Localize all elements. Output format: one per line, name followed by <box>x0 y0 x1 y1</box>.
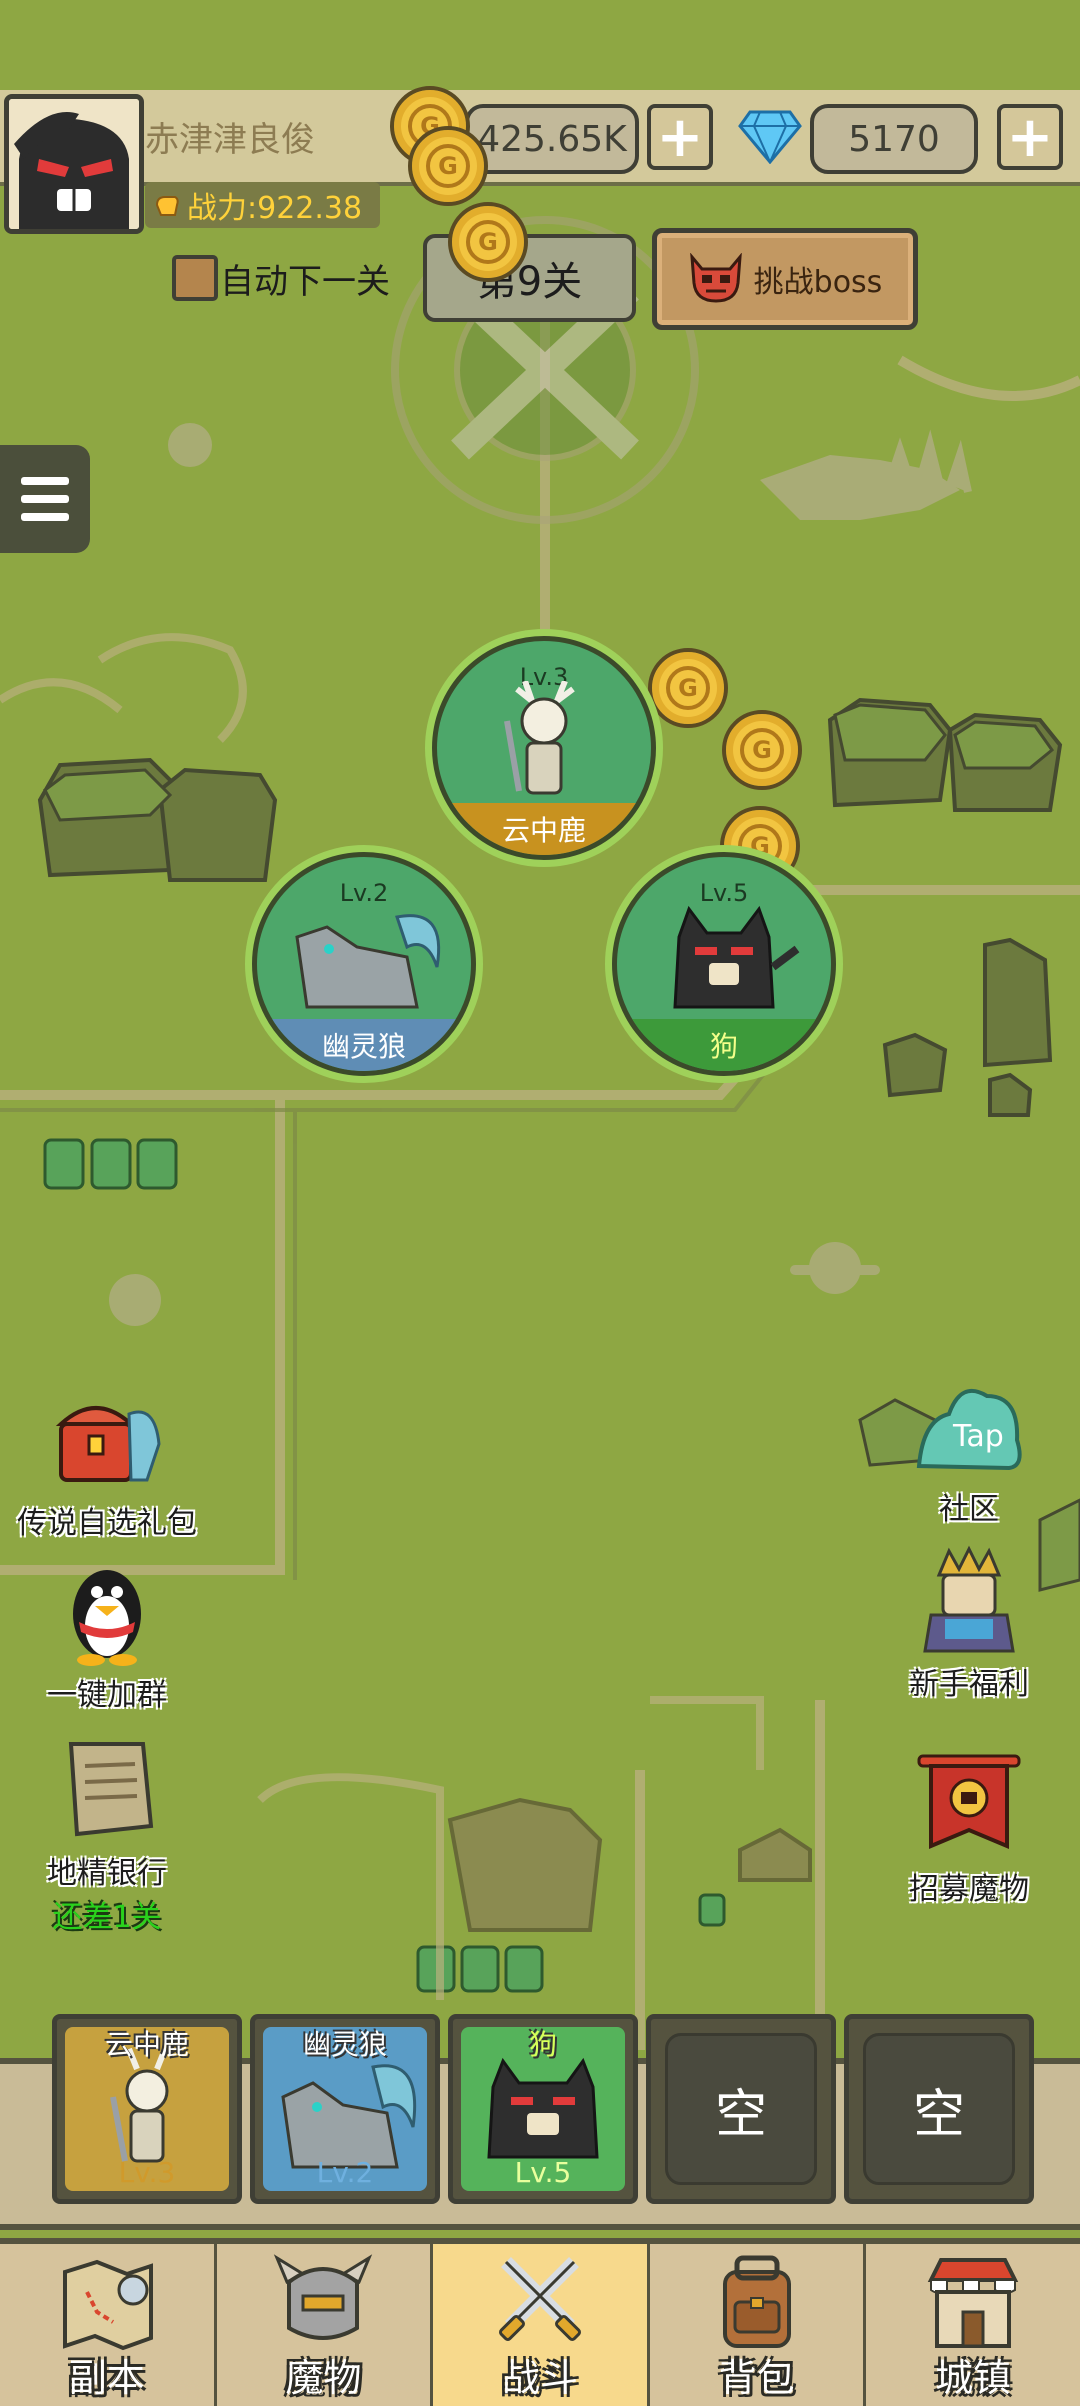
slot-unit-level: Lv.3 <box>118 2156 176 2189</box>
community-label: 社区 <box>939 1492 999 1527</box>
player-avatar-icon <box>9 99 139 229</box>
side-menu-button[interactable] <box>0 445 90 553</box>
gem-icon <box>738 110 802 164</box>
party-unit-name: 幽灵狼 <box>257 1019 471 1071</box>
tap-community-icon: Tap <box>916 1389 1022 1471</box>
join-group-label: 一键加群 <box>47 1678 167 1713</box>
deer-warrior-icon <box>504 681 575 795</box>
slot-unit-level: Lv.5 <box>514 2156 572 2189</box>
auto-next-checkbox[interactable] <box>172 255 218 301</box>
slot-unit-level: Lv.2 <box>316 2156 374 2189</box>
join-group-button[interactable]: 一键加群 <box>2 1556 212 1714</box>
menu-line-icon <box>21 513 69 521</box>
recruit-monster-button[interactable]: 招募魔物 <box>864 1750 1074 1908</box>
tab-dungeon[interactable]: 副本 <box>0 2244 217 2406</box>
challenge-boss-button[interactable]: 挑战boss <box>652 228 918 330</box>
knight-icon <box>923 1545 1015 1653</box>
add-gems-button[interactable]: + <box>997 104 1063 170</box>
recruit-monster-label: 招募魔物 <box>909 1872 1029 1907</box>
slot-unit-name: 狗 <box>528 2028 557 2061</box>
fist-icon <box>155 196 179 216</box>
combat-power-badge: 战力:922.38 <box>145 182 381 228</box>
empty-slot-label: 空 <box>665 2033 817 2185</box>
team-slot-dog[interactable]: 狗 Lv.5 <box>448 2014 638 2204</box>
tab-backpack-label: 背包 <box>718 2356 795 2400</box>
legend-gift-pack-label: 传说自选礼包 <box>17 1506 197 1541</box>
coin-emblem-icon: G <box>740 728 784 772</box>
tab-monsters[interactable]: 魔物 <box>217 2244 434 2406</box>
town-shop-icon <box>927 2258 1019 2348</box>
coin-drop-icon[interactable]: G <box>448 202 528 282</box>
monster-helmet-icon <box>274 2254 373 2340</box>
gold-amount: 425.65K <box>465 104 639 174</box>
add-gold-button[interactable]: + <box>647 104 713 170</box>
goblin-bank-button[interactable]: 地精银行 还差1关 <box>2 1734 212 1936</box>
map-icon <box>62 2259 153 2351</box>
newbie-bonus-button[interactable]: 新手福利 <box>864 1545 1074 1703</box>
penguin-icon <box>73 1570 141 1666</box>
slot-unit-name: 云中鹿 <box>104 2028 189 2061</box>
menu-line-icon <box>21 477 69 485</box>
party-unit-name: 狗 <box>617 1019 831 1071</box>
coin-drop-icon[interactable]: G <box>408 126 488 206</box>
tab-battle[interactable]: 战斗 <box>433 2244 650 2406</box>
party-unit-deer[interactable]: Lv.3 云中鹿 <box>432 636 656 860</box>
goblin-bank-label: 地精银行 <box>47 1856 167 1891</box>
combat-power-text: 战力:922.38 <box>187 191 363 226</box>
treasure-chest-icon <box>55 1406 161 1482</box>
party-unit-dog[interactable]: Lv.5 狗 <box>612 852 836 1076</box>
coin-emblem-icon: G <box>666 666 710 710</box>
backpack-icon <box>722 2255 791 2348</box>
slot-unit-name: 幽灵狼 <box>302 2028 387 2061</box>
team-slot-wolf[interactable]: 幽灵狼 Lv.2 <box>250 2014 440 2204</box>
challenge-boss-label: 挑战boss <box>753 265 883 300</box>
tab-battle-label: 战斗 <box>501 2356 578 2400</box>
team-slot-empty-1[interactable]: 空 <box>646 2014 836 2204</box>
bank-scroll-icon <box>68 1742 154 1837</box>
black-dog-icon <box>673 905 800 1009</box>
menu-line-icon <box>21 495 69 503</box>
team-slot-empty-2[interactable]: 空 <box>844 2014 1034 2204</box>
bottom-nav: 副本 魔物 战斗 背包 城镇 <box>0 2238 1080 2406</box>
banner-icon <box>917 1754 1021 1850</box>
tab-backpack[interactable]: 背包 <box>650 2244 867 2406</box>
avatar[interactable] <box>4 94 144 234</box>
coin-drop-icon[interactable]: G <box>648 648 728 728</box>
tab-town-label: 城镇 <box>935 2356 1012 2400</box>
party-unit-wolf[interactable]: Lv.2 幽灵狼 <box>252 852 476 1076</box>
legend-gift-pack-button[interactable]: 传说自选礼包 <box>2 1384 212 1542</box>
empty-slot-label: 空 <box>863 2033 1015 2185</box>
ghost-wolf-icon <box>295 914 441 1009</box>
crossed-swords-icon <box>498 2257 581 2341</box>
boss-skull-icon <box>689 253 742 303</box>
gem-amount: 5170 <box>810 104 978 174</box>
tab-dungeon-label: 副本 <box>68 2356 145 2400</box>
goblin-bank-remaining: 还差1关 <box>52 1900 162 1935</box>
tab-monsters-label: 魔物 <box>285 2356 362 2400</box>
auto-next-label: 自动下一关 <box>220 262 390 302</box>
community-button[interactable]: Tap 社区 <box>864 1370 1074 1528</box>
tap-icon-text: Tap <box>952 1419 1004 1454</box>
coin-drop-icon[interactable]: G <box>722 710 802 790</box>
party-unit-name: 云中鹿 <box>437 803 651 855</box>
coin-emblem-icon: G <box>426 144 470 188</box>
tab-town[interactable]: 城镇 <box>866 2244 1080 2406</box>
team-slot-deer[interactable]: 云中鹿 Lv.3 <box>52 2014 242 2204</box>
newbie-bonus-label: 新手福利 <box>909 1667 1029 1702</box>
coin-emblem-icon: G <box>466 220 510 264</box>
player-name: 赤津津良俊 <box>145 120 315 160</box>
